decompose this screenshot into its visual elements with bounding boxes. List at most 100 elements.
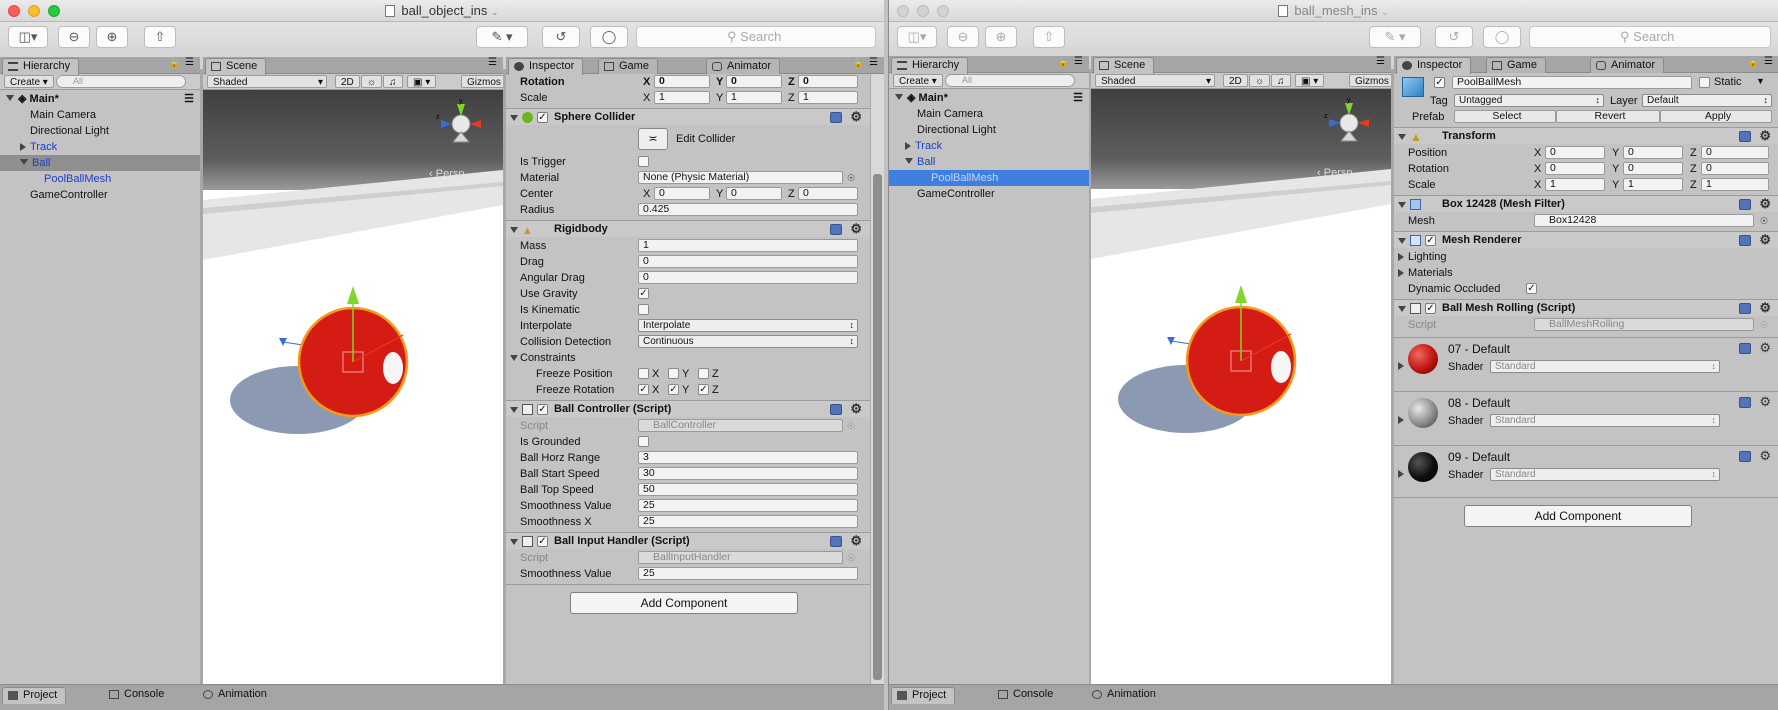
zoom-in-button[interactable]: ⊕ (96, 26, 128, 48)
tab-console[interactable]: Console (104, 687, 172, 703)
tab-scene[interactable]: Scene (205, 58, 267, 75)
expand-icon[interactable] (510, 407, 518, 413)
close-window-button[interactable] (897, 5, 909, 17)
material-block-07[interactable]: 07 - Default Shader Standard ⚙ (1394, 337, 1778, 387)
hierarchy-item-poolballmesh[interactable]: PoolBallMesh (889, 170, 1089, 186)
expand-icon[interactable] (1398, 134, 1406, 140)
mass-field[interactable]: 1 (638, 239, 858, 252)
gear-icon[interactable]: ⚙ (850, 402, 862, 416)
freeze-rotation-y-checkbox[interactable]: ✓ (668, 384, 679, 395)
lighting-row[interactable]: Lighting (1394, 249, 1778, 265)
help-book-icon[interactable] (1739, 303, 1751, 314)
expand-icon[interactable] (1398, 238, 1406, 244)
hierarchy-item-gamecontroller[interactable]: GameController (0, 187, 200, 203)
lock-icon[interactable]: 🔒 (1058, 57, 1069, 68)
share-button[interactable]: ⇧ (144, 26, 176, 48)
create-dropdown[interactable]: Create ▾ (4, 75, 54, 88)
tab-game[interactable]: Game (598, 58, 658, 74)
audio-toggle[interactable]: ♫ (1271, 74, 1291, 87)
hierarchy-item-gamecontroller[interactable]: GameController (889, 186, 1089, 202)
expand-icon[interactable] (1398, 362, 1404, 370)
smoothness-x-field[interactable]: 25 (638, 515, 858, 528)
gear-icon[interactable]: ⚙ (1759, 341, 1771, 355)
help-book-icon[interactable] (830, 112, 842, 123)
lock-icon[interactable]: 🔒 (853, 58, 864, 69)
start-speed-field[interactable]: 30 (638, 467, 858, 480)
menu-icon[interactable]: ☰ (185, 57, 194, 68)
markup-button[interactable]: ✎ ▾ (1369, 26, 1421, 48)
tab-inspector[interactable]: Inspector (1396, 57, 1472, 74)
shader-dropdown[interactable]: Standard (1490, 414, 1720, 427)
share-button[interactable]: ⇧ (1033, 26, 1065, 48)
hierarchy-item-main-camera[interactable]: Main Camera (889, 106, 1089, 122)
scene-viewport[interactable]: y z ‹ Persp (1091, 89, 1391, 684)
expand-icon[interactable] (20, 143, 26, 151)
help-book-icon[interactable] (1739, 397, 1751, 408)
gear-icon[interactable]: ⚙ (1759, 395, 1771, 409)
zoom-out-button[interactable]: ⊖ (58, 26, 90, 48)
prefab-revert-button[interactable]: Revert (1556, 110, 1660, 123)
transform-header[interactable]: ▲ Transform ⚙ (1394, 127, 1778, 144)
freeze-position-y-checkbox[interactable] (668, 368, 679, 379)
mesh-renderer-enabled-checkbox[interactable]: ✓ (1425, 235, 1436, 246)
shading-mode-dropdown[interactable]: Shaded ▾ (1095, 74, 1215, 87)
scrollbar-thumb[interactable] (873, 174, 882, 680)
ball-controller-header[interactable]: ✓ Ball Controller (Script) ⚙ (506, 400, 870, 417)
rotation-z-field[interactable]: 0 (798, 75, 858, 88)
rotation-y-field[interactable]: 0 (726, 75, 782, 88)
tab-animation[interactable]: Animation (198, 687, 275, 703)
2d-toggle[interactable]: 2D (335, 75, 360, 88)
lighting-toggle[interactable]: ☼ (1249, 74, 1271, 87)
hierarchy-search-input[interactable]: All (945, 74, 1075, 87)
expand-icon[interactable] (510, 355, 518, 361)
top-speed-field[interactable]: 50 (638, 483, 858, 496)
gear-icon[interactable]: ⚙ (1759, 233, 1771, 247)
sidebar-toggle-button[interactable]: ◫▾ (897, 26, 937, 48)
freeze-position-z-checkbox[interactable] (698, 368, 709, 379)
tab-inspector[interactable]: Inspector (508, 58, 584, 75)
mesh-field[interactable]: Box12428 (1534, 214, 1754, 227)
zoom-window-button[interactable] (937, 5, 949, 17)
center-z-field[interactable]: 0 (798, 187, 858, 200)
help-book-icon[interactable] (1739, 451, 1751, 462)
menu-icon[interactable]: ☰ (1073, 90, 1083, 106)
expand-icon[interactable] (905, 142, 911, 150)
ball-input-handler-header[interactable]: ✓ Ball Input Handler (Script) ⚙ (506, 532, 870, 549)
gizmos-dropdown[interactable]: Gizmos (461, 75, 503, 88)
expand-icon[interactable] (510, 115, 518, 121)
hierarchy-item-main-camera[interactable]: Main Camera (0, 107, 200, 123)
collision-detection-dropdown[interactable]: Continuous (638, 335, 858, 348)
horz-range-field[interactable]: 3 (638, 451, 858, 464)
object-picker-icon[interactable]: ☉ (1760, 213, 1768, 229)
lighting-toggle[interactable]: ☼ (361, 75, 383, 88)
scene-orientation-gizmo[interactable]: y z (435, 98, 487, 154)
tag-dropdown[interactable]: Untagged (1454, 94, 1604, 107)
minimize-window-button[interactable] (917, 5, 929, 17)
rotate-button[interactable]: ↺ (1435, 26, 1473, 48)
object-picker-icon[interactable]: ☉ (847, 170, 855, 186)
menu-icon[interactable]: ☰ (184, 91, 194, 107)
rigidbody-header[interactable]: ▲ Rigidbody ⚙ (506, 220, 870, 237)
add-component-button[interactable]: Add Component (1464, 505, 1692, 527)
expand-icon[interactable] (1398, 269, 1404, 277)
scene-orientation-gizmo[interactable]: y z (1323, 97, 1375, 153)
material-block-09[interactable]: 09 - Default Shader Standard ⚙ (1394, 445, 1778, 495)
scene-root-row[interactable]: ◈ Main* ☰ (889, 90, 1089, 106)
audio-toggle[interactable]: ♫ (383, 75, 403, 88)
scene-viewport[interactable]: y z ‹ Persp (203, 90, 503, 684)
expand-icon[interactable] (895, 94, 903, 100)
rotation-z-field[interactable]: 0 (1701, 162, 1769, 175)
scale-z-field[interactable]: 1 (1701, 178, 1769, 191)
tab-game[interactable]: Game (1486, 57, 1546, 73)
center-y-field[interactable]: 0 (726, 187, 782, 200)
rotation-y-field[interactable]: 0 (1623, 162, 1683, 175)
create-dropdown[interactable]: Create ▾ (893, 74, 943, 87)
shading-mode-dropdown[interactable]: Shaded ▾ (207, 75, 327, 88)
layer-dropdown[interactable]: Default (1642, 94, 1772, 107)
expand-icon[interactable] (510, 227, 518, 233)
annotate-button[interactable]: ◯ (1483, 26, 1521, 48)
menu-icon[interactable]: ☰ (869, 57, 878, 68)
edit-collider-button[interactable]: ≍ (638, 128, 668, 150)
shader-dropdown[interactable]: Standard (1490, 468, 1720, 481)
ball-mesh-rolling-enabled-checkbox[interactable]: ✓ (1425, 303, 1436, 314)
